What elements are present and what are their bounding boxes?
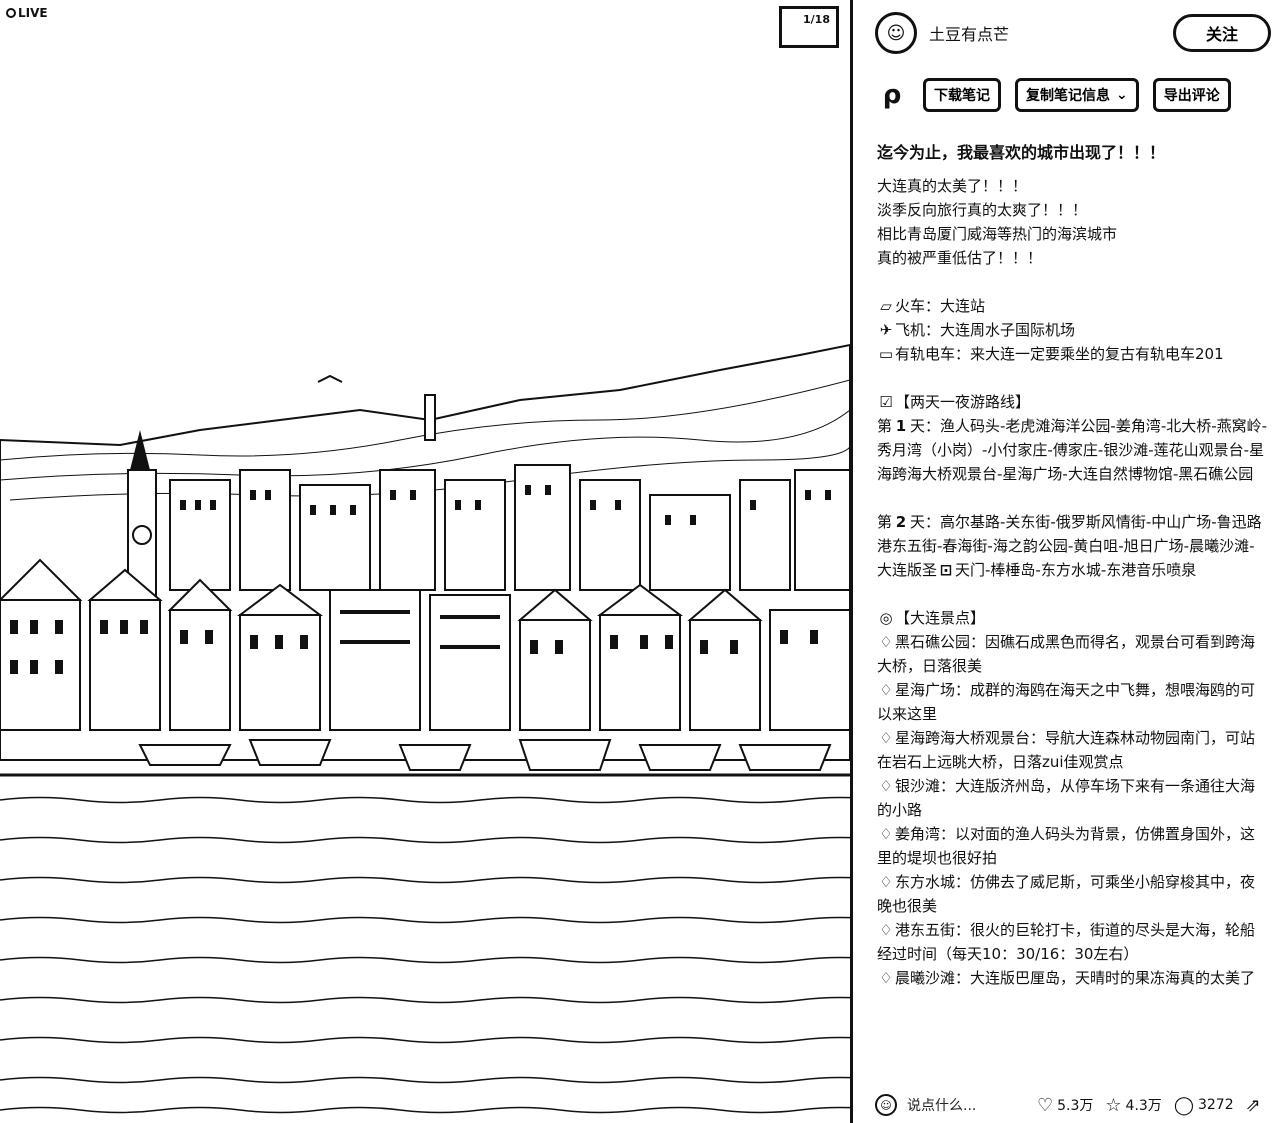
- follow-button[interactable]: 关注: [1173, 14, 1271, 52]
- heart-icon: ♡: [1037, 1094, 1054, 1116]
- day-prefix: 第: [877, 417, 893, 435]
- intro-line: 真的被严重低估了！！！: [877, 249, 1043, 267]
- share-icon: ⇗: [1245, 1094, 1261, 1116]
- share-button[interactable]: ⇗: [1246, 1095, 1261, 1116]
- like-button[interactable]: ♡ 5.3万: [1037, 1095, 1093, 1116]
- spot-item: ♢ 星海广场：成群的海鸥在海天之中飞舞，想喂海鸥的可以来这里: [877, 678, 1269, 726]
- download-note-label: 下载笔记: [934, 88, 990, 104]
- comment-input[interactable]: 说点什么...: [907, 1095, 1025, 1115]
- tram-icon: ▭: [878, 345, 894, 363]
- spot-item: ♢ 姜角湾：以对面的渔人码头为背景，仿佛置身国外，这里的堤坝也很好拍: [877, 822, 1269, 870]
- spot-item: ♢ 东方水城：仿佛去了威尼斯，可乘坐小船穿梭其中，夜晚也很美: [877, 870, 1269, 918]
- droplet-icon: ♢: [879, 633, 893, 651]
- author-name[interactable]: 土豆有点芒: [929, 21, 1009, 45]
- transport-text: 有轨电车：来大连一定要乘坐的复古有轨电车201: [895, 345, 1224, 363]
- download-note-button[interactable]: 下载笔记: [923, 78, 1001, 112]
- airplane-icon: ✈: [879, 321, 893, 339]
- spot-text: 银沙滩：大连版济州岛，从停车场下来有一条通往大海的小路: [877, 777, 1256, 819]
- day2-route-text-end: 天门-棒棰岛-东方水城-东港音乐喷泉: [955, 561, 1197, 579]
- droplet-icon: ♢: [879, 825, 893, 843]
- transport-tram: ▭ 有轨电车：来大连一定要乘坐的复古有轨电车201: [877, 342, 1269, 366]
- note-side-panel: ☺ 土豆有点芒 关注 ρ 下载笔记 复制笔记信息 ⌄ 导出评论 迄今为止，我最喜…: [853, 0, 1280, 1123]
- route-header: ☑ 【两天一夜游路线】: [877, 390, 1269, 414]
- copy-note-info-label: 复制笔记信息: [1026, 88, 1110, 104]
- star-icon: ☆: [1105, 1094, 1122, 1116]
- day-prefix: 第: [877, 513, 893, 531]
- live-photo-badge: LIVE: [4, 6, 50, 20]
- day1-route-text: 天：渔人码头-老虎滩海洋公园-姜角湾-北大桥-燕窝岭-秀月湾（小岗）-小付家庄-…: [877, 417, 1268, 483]
- camera-icon: ◎: [879, 609, 893, 627]
- spot-text: 姜角湾：以对面的渔人码头为背景，仿佛置身国外，这里的堤坝也很好拍: [877, 825, 1256, 867]
- intro-line: 大连真的太美了！！！: [877, 177, 1028, 195]
- spot-item: ♢ 港东五街：很火的巨轮打卡，街道的尽头是大海，轮船经过时间（每天10：30/16…: [877, 918, 1269, 966]
- author-avatar[interactable]: ☺: [875, 12, 917, 54]
- transport-text: 火车：大连站: [895, 297, 986, 315]
- page-counter-text: 1/18: [803, 13, 830, 26]
- spots-header: ◎ 【大连景点】: [877, 606, 1269, 630]
- copy-note-info-button[interactable]: 复制笔记信息 ⌄: [1015, 78, 1139, 112]
- author-info[interactable]: ☺ 土豆有点芒: [875, 12, 1009, 54]
- spot-text: 黑石礁公园：因礁石成黑色而得名，观景台可看到跨海大桥，日落很美: [877, 633, 1256, 675]
- intro-line: 淡季反向旅行真的太爽了！！！: [877, 201, 1088, 219]
- dalian-harbor-photo: [0, 343, 850, 1114]
- spot-text: 星海广场：成群的海鸥在海天之中飞舞，想喂海鸥的可以来这里: [877, 681, 1256, 723]
- spot-text: 东方水城：仿佛去了威尼斯，可乘坐小船穿梭其中，夜晚也很美: [877, 873, 1256, 915]
- like-count: 5.3万: [1057, 1098, 1094, 1114]
- day2-route: 第 2 天：高尔基路-关东街-俄罗斯风情街-中山广场-鲁迅路港东五街-春海街-海之韵…: [877, 510, 1269, 582]
- spots-header-text: 【大连景点】: [895, 609, 986, 627]
- spot-item: ♢ 银沙滩：大连版济州岛，从停车场下来有一条通往大海的小路: [877, 774, 1269, 822]
- spot-item: ♢ 星海跨海大桥观景台：导航大连森林动物园南门，可站在岩石上远眺大桥，日落zui佳…: [877, 726, 1269, 774]
- comment-button[interactable]: ◯ 3272: [1174, 1095, 1234, 1116]
- route-header-text: 【两天一夜游路线】: [895, 393, 1031, 411]
- transport-text: 飞机：大连周水子国际机场: [895, 321, 1076, 339]
- day1-route: 第 1 天：渔人码头-老虎滩海洋公园-姜角湾-北大桥-燕窝岭-秀月湾（小岗）-小付家…: [877, 414, 1269, 486]
- export-comments-button[interactable]: 导出评论: [1152, 78, 1231, 112]
- transport-plane: ✈ 飞机：大连周水子国际机场: [877, 318, 1269, 342]
- droplet-icon: ♢: [879, 729, 893, 747]
- engagement-bar: ☺ 说点什么... ♡ 5.3万 ☆ 4.3万 ◯ 3272 ⇗: [875, 1088, 1275, 1122]
- export-comments-label: 导出评论: [1163, 88, 1220, 104]
- comment-count: 3272: [1197, 1097, 1234, 1113]
- number-one-icon: 1: [895, 417, 907, 435]
- spot-text: 星海跨海大桥观景台：导航大连森林动物园南门，可站在岩石上远眺大桥，日落zui佳观…: [877, 729, 1256, 771]
- collect-button[interactable]: ☆ 4.3万: [1105, 1095, 1161, 1116]
- number-two-icon: 2: [895, 513, 907, 531]
- spot-text: 晨曦沙滩：大连版巴厘岛，天晴时的果冻海真的太美了: [895, 969, 1256, 987]
- comment-bubble-icon: ◯: [1173, 1094, 1194, 1116]
- post-image-viewer[interactable]: LIVE 1/18: [0, 0, 850, 1123]
- droplet-icon: ♢: [879, 681, 893, 699]
- droplet-icon: ♢: [879, 873, 893, 891]
- spot-item: ♢ 黑石礁公园：因礁石成黑色而得名，观景台可看到跨海大桥，日落很美: [877, 630, 1269, 678]
- spot-text: 港东五街：很火的巨轮打卡，街道的尽头是大海，轮船经过时间（每天10：30/16：…: [877, 921, 1256, 963]
- note-content: 迄今为止，我最喜欢的城市出现了！！！ 大连真的太美了！！！ 淡季反向旅行真的太爽…: [877, 140, 1269, 1065]
- image-page-counter: 1/18: [779, 6, 839, 48]
- live-label: LIVE: [18, 6, 48, 20]
- note-toolbar: ρ 下载笔记 复制笔记信息 ⌄ 导出评论: [875, 78, 1231, 112]
- checklist-icon: ☑: [879, 393, 893, 411]
- spot-item: ♢ 晨曦沙滩：大连版巴厘岛，天晴时的果冻海真的太美了: [877, 966, 1269, 990]
- live-icon: [6, 8, 16, 18]
- collect-count: 4.3万: [1125, 1098, 1162, 1114]
- chevron-down-icon: ⌄: [1116, 87, 1128, 103]
- droplet-icon: ♢: [879, 777, 893, 795]
- droplet-icon: ♢: [879, 969, 893, 987]
- train-icon: ▱: [880, 297, 892, 315]
- intro-line: 相比青岛厦门威海等热门的海滨城市: [877, 225, 1118, 243]
- current-user-avatar: ☺: [875, 1094, 897, 1116]
- note-title: 迄今为止，我最喜欢的城市出现了！！！: [877, 143, 1166, 162]
- avatar-face-icon: ☺: [886, 22, 906, 44]
- plugin-logo-icon[interactable]: ρ: [875, 78, 909, 112]
- transport-train: ▱ 火车：大连站: [877, 294, 1269, 318]
- inline-emoji-icon: ⊡: [939, 561, 953, 579]
- droplet-icon: ♢: [879, 921, 893, 939]
